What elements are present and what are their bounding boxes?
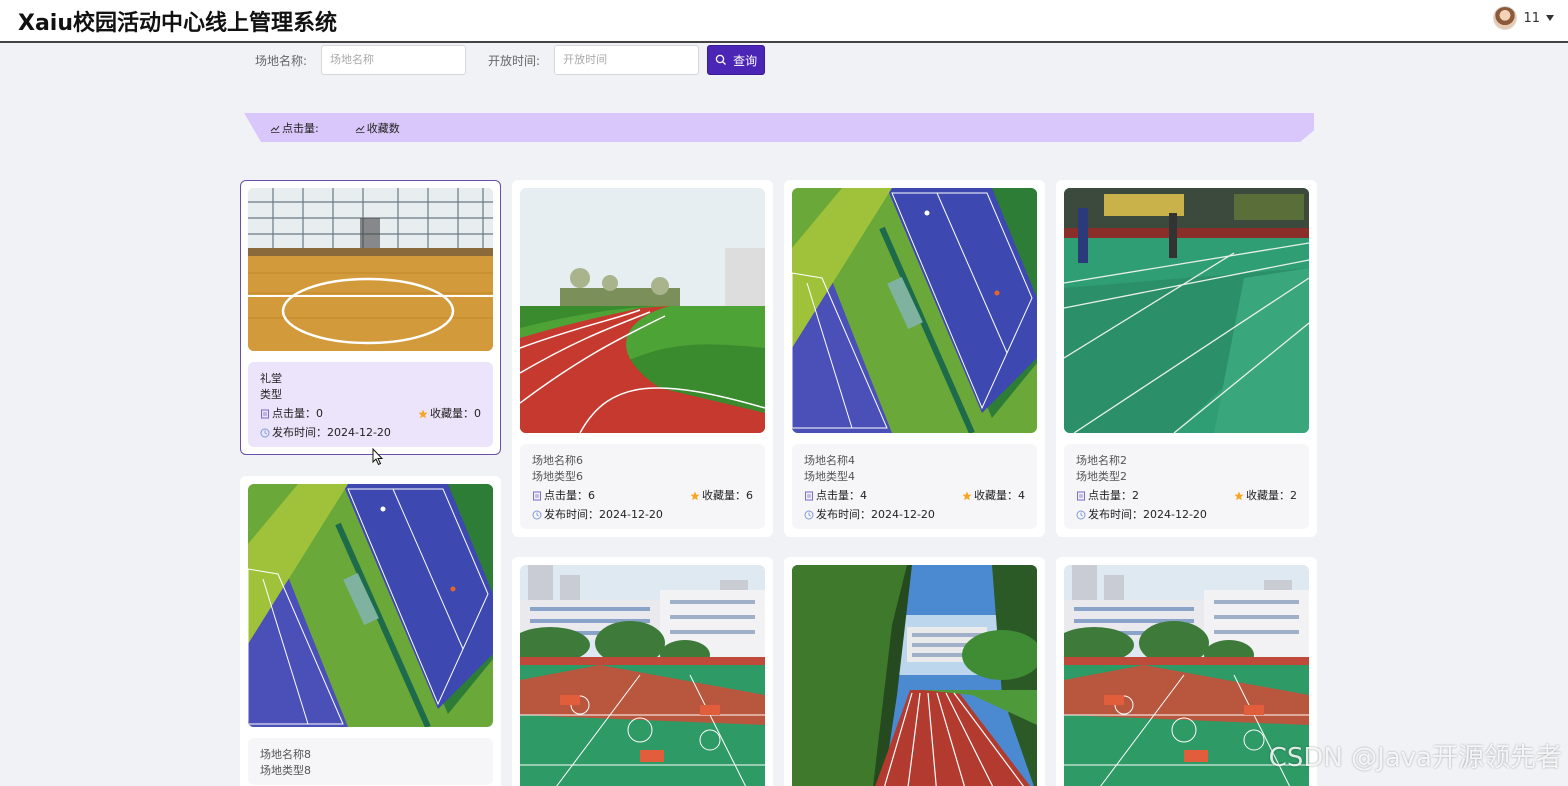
venue-info: 场地名称6 场地类型6 点击量：6 收藏量：6 发布时间：2024-12-20 xyxy=(520,444,765,529)
star-icon xyxy=(962,491,972,501)
search-form: 场地名称: 场地名称 开放时间: 开放时间 查询 xyxy=(255,45,766,75)
clock-icon xyxy=(804,510,814,520)
publish-date: 发布时间：2024-12-20 xyxy=(804,507,1025,523)
venue-name: 场地名称2 xyxy=(1076,454,1127,467)
click-count: 点击量：6 xyxy=(532,488,595,504)
sort-by-clicks[interactable]: 点击量: xyxy=(270,120,319,136)
favorite-count: 收藏量：2 xyxy=(1234,488,1297,504)
venue-name: 场地名称4 xyxy=(804,454,855,467)
document-icon xyxy=(533,491,541,501)
click-count: 点击量：0 xyxy=(260,406,323,422)
venue-type: 场地类型2 xyxy=(1076,470,1127,483)
venue-card[interactable]: 场地名称4 场地类型4 点击量：4 收藏量：4 发布时间：2024-12-20 xyxy=(784,180,1045,537)
chart-icon xyxy=(270,125,280,133)
publish-date: 发布时间：2024-12-20 xyxy=(1076,507,1297,523)
clock-icon xyxy=(532,510,542,520)
venue-info: 场地名称4 场地类型4 点击量：4 收藏量：4 发布时间：2024-12-20 xyxy=(792,444,1037,529)
venue-type: 场地类型8 xyxy=(260,764,311,777)
publish-date: 发布时间：2024-12-20 xyxy=(532,507,753,523)
clock-icon xyxy=(1076,510,1086,520)
favorite-count: 收藏量：6 xyxy=(690,488,753,504)
sort-bar: 点击量: 收藏数 xyxy=(244,113,1314,142)
venue-card[interactable]: 场地名称6 场地类型6 点击量：6 收藏量：6 发布时间：2024-12-20 xyxy=(512,180,773,537)
user-name[interactable]: 11 xyxy=(1523,11,1540,26)
venue-type: 类型 xyxy=(260,388,282,401)
top-bar: Xaiu校园活动中心线上管理系统 11 xyxy=(0,0,1568,43)
sort-favorites-label: 收藏数 xyxy=(366,121,400,135)
search-button-label: 查询 xyxy=(733,53,758,68)
search-icon xyxy=(715,54,727,65)
venue-card[interactable] xyxy=(512,557,773,786)
venue-info: 礼堂 类型 点击量：0 收藏量：0 发布时间：2024-12-20 xyxy=(248,362,493,447)
favorite-count: 收藏量：0 xyxy=(418,406,481,422)
venue-name: 礼堂 xyxy=(260,372,282,385)
venue-type: 场地类型4 xyxy=(804,470,855,483)
venue-type: 场地类型6 xyxy=(532,470,583,483)
favorite-count: 收藏量：4 xyxy=(962,488,1025,504)
venue-card[interactable]: 场地名称2 场地类型2 点击量：2 收藏量：2 发布时间：2024-12-20 xyxy=(1056,180,1317,537)
venue-image xyxy=(520,565,765,786)
document-icon xyxy=(805,491,813,501)
app-title: Xaiu校园活动中心线上管理系统 xyxy=(18,11,338,36)
open-time-label: 开放时间: xyxy=(488,53,541,68)
click-count: 点击量：2 xyxy=(1076,488,1139,504)
venue-name-label: 场地名称: xyxy=(255,53,308,68)
open-time-input[interactable]: 开放时间 xyxy=(554,45,700,75)
venue-image xyxy=(792,565,1037,786)
sort-clicks-label: 点击量: xyxy=(282,121,319,135)
venue-card[interactable]: 场地名称8 场地类型8 xyxy=(240,476,501,786)
publish-date: 发布时间：2024-12-20 xyxy=(260,425,481,441)
venue-name: 场地名称6 xyxy=(532,454,583,467)
venue-name-input[interactable]: 场地名称 xyxy=(321,45,467,75)
user-menu[interactable]: 11 xyxy=(1493,6,1554,30)
avatar[interactable] xyxy=(1493,6,1518,30)
venue-info: 场地名称2 场地类型2 点击量：2 收藏量：2 发布时间：2024-12-20 xyxy=(1064,444,1309,529)
venue-image xyxy=(792,188,1037,433)
venue-image xyxy=(248,484,493,727)
venue-name: 场地名称8 xyxy=(260,748,311,761)
star-icon xyxy=(690,491,700,501)
venue-card[interactable] xyxy=(784,557,1045,786)
clock-icon xyxy=(260,428,270,438)
watermark: CSDN @Java开源领先者 xyxy=(1268,743,1562,773)
document-icon xyxy=(261,409,269,419)
venue-image xyxy=(1064,188,1309,433)
venue-image xyxy=(520,188,765,433)
star-icon xyxy=(418,409,428,419)
chevron-down-icon[interactable] xyxy=(1546,15,1554,21)
click-count: 点击量：4 xyxy=(804,488,867,504)
sort-by-favorites[interactable]: 收藏数 xyxy=(355,120,400,136)
star-icon xyxy=(1234,491,1244,501)
mouse-cursor-icon xyxy=(372,448,384,466)
document-icon xyxy=(1077,491,1085,501)
venue-info: 场地名称8 场地类型8 xyxy=(248,738,493,785)
search-button[interactable]: 查询 xyxy=(707,45,766,75)
venue-card[interactable]: 礼堂 类型 点击量：0 收藏量：0 发布时间：2024-12-20 xyxy=(240,180,501,455)
chart-icon xyxy=(355,125,365,133)
venue-image xyxy=(248,188,493,351)
